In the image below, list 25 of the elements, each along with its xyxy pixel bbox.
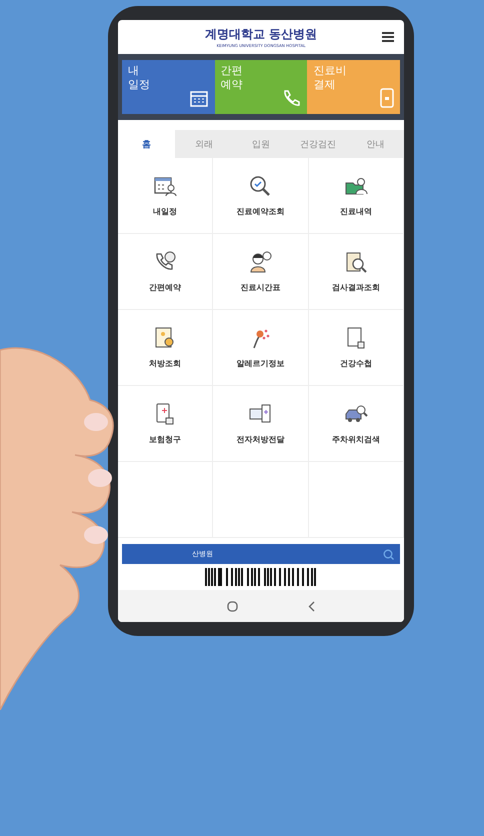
doctor-icon [248,250,272,274]
back-icon[interactable] [308,600,315,612]
menu-item[interactable]: 진료시간표 [213,234,309,310]
menu-item[interactable]: 보험청구 [118,386,214,462]
menu-item[interactable]: 알레르기정보 [213,310,309,386]
menu-item[interactable]: 건강수첩 [308,310,404,386]
quick-tile[interactable]: 내 일정 [122,60,215,114]
search-icon[interactable] [383,548,394,560]
menu-item[interactable]: 간편예약 [118,234,214,310]
tab[interactable]: 홈 [118,130,176,158]
menu-icon[interactable] [382,32,394,42]
phone-icon [281,88,302,108]
clipboard-icon [344,250,368,274]
menu-item[interactable]: 진료내역 [308,158,404,234]
menu-item[interactable]: 내일정 [118,158,214,234]
mobile-icon [380,88,394,108]
menu-item[interactable]: 검사결과조회 [308,234,404,310]
home-icon[interactable] [227,600,238,612]
menu-item[interactable]: 진료예약조회 [213,158,309,234]
menu-item[interactable]: 처방조회 [118,310,214,386]
search-icon [248,174,272,198]
menu-item[interactable]: 주차위치검색 [308,386,404,462]
menu-item[interactable]: 전자처방전달 [213,386,309,462]
hospital-title: 계명대학교 동산병원 [204,26,318,43]
barcode-icon [205,568,317,586]
